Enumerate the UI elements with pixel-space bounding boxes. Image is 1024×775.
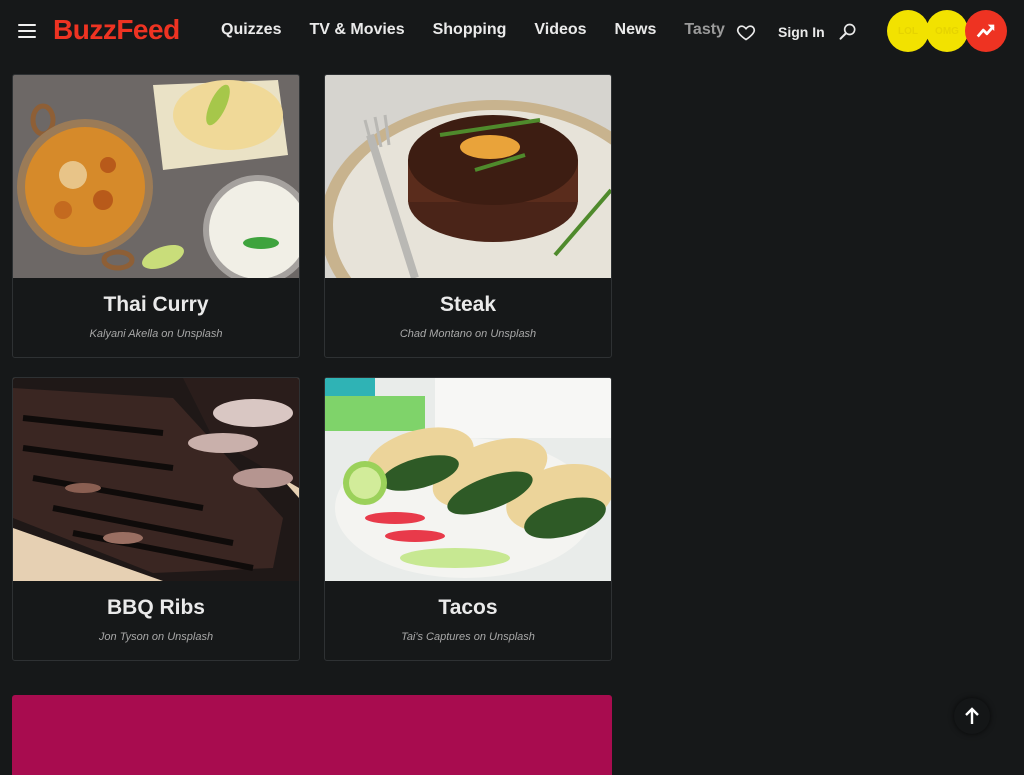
trending-arrow-icon	[976, 24, 995, 38]
lol-badge-label: LOL	[898, 25, 918, 37]
nav-item-news[interactable]: News	[615, 21, 657, 39]
nav-item-tasty[interactable]: Tasty	[684, 21, 725, 39]
card-credit: Kalyani Akella on Unsplash	[89, 328, 223, 340]
food-card-tacos[interactable]: Tacos Tai's Captures on Unsplash	[324, 377, 612, 661]
menu-icon[interactable]	[18, 24, 36, 39]
search-icon[interactable]	[838, 22, 858, 42]
card-title: Thai Curry	[103, 293, 209, 316]
top-navigation-bar: BuzzFeed Quizzes TV & Movies Shopping Vi…	[0, 0, 1024, 64]
food-card-bbq-ribs[interactable]: BBQ Ribs Jon Tyson on Unsplash	[12, 377, 300, 661]
lol-badge[interactable]: LOL	[887, 10, 929, 52]
bbq-ribs-image	[13, 378, 299, 581]
card-credit: Chad Montano on Unsplash	[399, 328, 537, 340]
arrow-up-icon	[965, 707, 979, 724]
tacos-image	[325, 378, 611, 581]
card-title: Tacos	[438, 596, 498, 619]
sign-in-link[interactable]: Sign In	[778, 24, 825, 40]
omg-badge[interactable]: OMG	[926, 10, 968, 52]
back-to-top-button[interactable]	[954, 698, 990, 734]
card-credit: Tai's Captures on Unsplash	[401, 631, 535, 643]
card-credit: Jon Tyson on Unsplash	[98, 631, 214, 643]
food-card-thai-curry[interactable]: Thai Curry Kalyani Akella on Unsplash	[12, 74, 300, 358]
omg-badge-label: OMG	[935, 25, 959, 37]
buzzfeed-logo[interactable]: BuzzFeed	[53, 14, 180, 46]
nav-item-quizzes[interactable]: Quizzes	[221, 21, 281, 39]
thai-curry-image	[13, 75, 299, 278]
promo-banner[interactable]	[12, 695, 612, 775]
card-title: Steak	[439, 293, 497, 316]
nav-item-shopping[interactable]: Shopping	[433, 21, 507, 39]
card-title: BBQ Ribs	[106, 596, 205, 619]
heart-icon[interactable]	[736, 22, 756, 42]
nav-item-tv-movies[interactable]: TV & Movies	[309, 21, 404, 39]
steak-image	[325, 75, 611, 278]
main-nav: Quizzes TV & Movies Shopping Videos News…	[221, 21, 753, 39]
food-card-steak[interactable]: Steak Chad Montano on Unsplash	[324, 74, 612, 358]
trending-badge[interactable]	[965, 10, 1007, 52]
nav-item-videos[interactable]: Videos	[534, 21, 586, 39]
